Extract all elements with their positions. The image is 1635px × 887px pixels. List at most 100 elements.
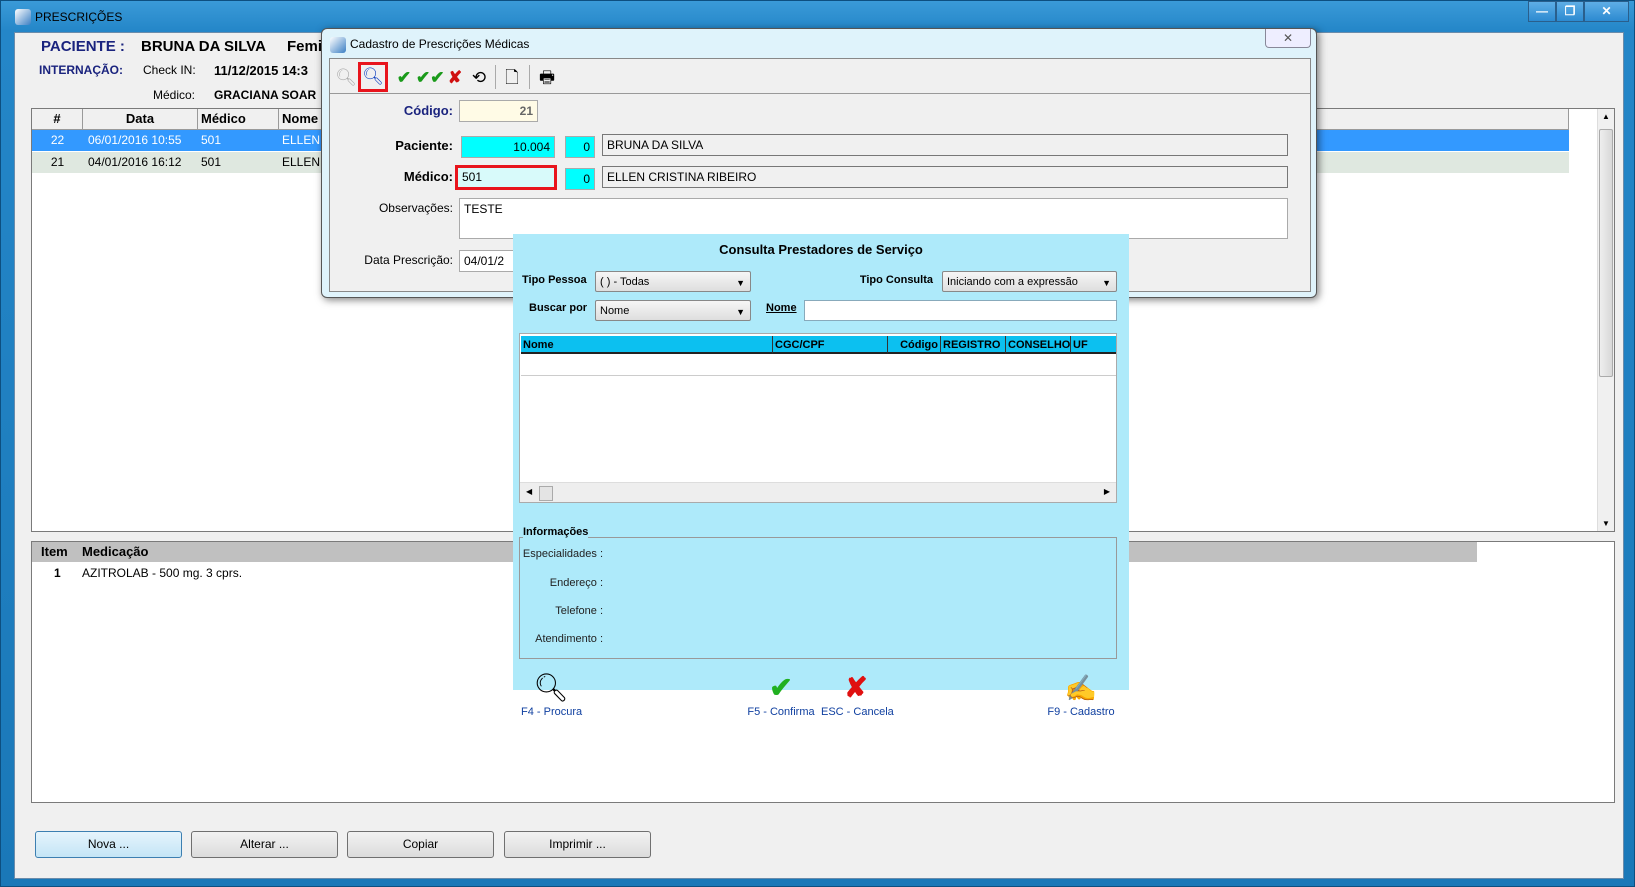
col-uf[interactable]: UF	[1071, 336, 1116, 354]
buscar-por-select[interactable]: Nome ▼	[595, 300, 751, 321]
window-title: PRESCRIÇÕES	[35, 10, 123, 24]
chevron-down-icon: ▼	[1102, 278, 1111, 288]
data-prescricao-field[interactable]: 04/01/2	[459, 250, 519, 272]
search-icon[interactable]: 🔍︎	[358, 62, 388, 92]
col-nome[interactable]: Nome	[521, 336, 773, 354]
paciente-label: Paciente:	[395, 138, 453, 153]
dialog-close-button[interactable]: ✕	[1265, 29, 1311, 48]
maximize-button[interactable]: ❐	[1556, 1, 1584, 22]
patient-label: PACIENTE :	[41, 38, 125, 55]
cell-number: 21	[50, 155, 65, 169]
tipo-consulta-label: Tipo Consulta	[859, 274, 933, 286]
endereco-label: Endereço :	[549, 577, 603, 589]
checkin-label: Check IN:	[143, 63, 196, 77]
confirma-action[interactable]: ✔ F5 - Confirma	[746, 670, 816, 718]
imprimir-button[interactable]: Imprimir ...	[504, 831, 651, 858]
toolbar-divider	[529, 65, 530, 89]
paciente-sub-field[interactable]: 0	[565, 136, 595, 158]
lookup-title: Consulta Prestadores de Serviço	[719, 242, 923, 257]
tipo-consulta-select[interactable]: Iniciando com a expressão ▼	[942, 271, 1117, 292]
patient-name: BRUNA DA SILVA	[141, 38, 266, 55]
cell-data: 04/01/2016 16:12	[88, 155, 182, 169]
col-data[interactable]: Data	[83, 109, 198, 130]
confirm-all-icon[interactable]: ✔✔	[416, 67, 445, 89]
cancel-icon[interactable]: ✘	[443, 67, 467, 89]
tipo-consulta-value: Iniciando com a expressão	[947, 276, 1078, 288]
procura-label: F4 - Procura	[521, 706, 583, 718]
confirma-label: F5 - Confirma	[747, 706, 815, 718]
procura-action[interactable]: 🔍︎ F4 - Procura	[521, 670, 583, 718]
medico-name-field: ELLEN CRISTINA RIBEIRO	[602, 166, 1288, 188]
cell-medico: 501	[201, 133, 222, 147]
check-icon: ✔	[769, 672, 793, 703]
app-icon	[15, 9, 31, 25]
scroll-up-icon[interactable]: ▲	[1602, 112, 1610, 121]
scroll-thumb[interactable]	[539, 486, 553, 501]
tipo-pessoa-label: Tipo Pessoa	[522, 274, 587, 286]
providers-grid: Nome CGC/CPF Código REGISTRO CONSELHO UF…	[519, 333, 1117, 503]
horizontal-scrollbar[interactable]: ◀ ▶	[520, 482, 1116, 502]
scroll-left-icon[interactable]: ◀	[526, 487, 532, 496]
cadastro-label: F9 - Cadastro	[1047, 706, 1115, 718]
close-button[interactable]: ✕	[1584, 1, 1629, 22]
scroll-down-icon[interactable]: ▼	[1602, 519, 1610, 528]
history-icon[interactable]: ⟲	[467, 67, 491, 89]
cadastro-action[interactable]: ✍ F9 - Cadastro	[1043, 670, 1119, 718]
empty-row[interactable]	[521, 356, 1116, 376]
col-cgc-cpf[interactable]: CGC/CPF	[773, 336, 888, 354]
scroll-right-icon[interactable]: ▶	[1104, 487, 1110, 496]
title-bar: PRESCRIÇÕES — ❐ ✕	[1, 1, 1635, 31]
cell-number: 22	[50, 133, 65, 147]
scroll-thumb[interactable]	[1599, 129, 1613, 377]
medico-code-field[interactable]: 501	[458, 168, 554, 187]
provider-lookup-panel: Consulta Prestadores de Serviço Tipo Pes…	[513, 234, 1129, 718]
toolbar: 🔍︎ 🔍︎ ✔ ✔✔ ✘ ⟲ 🗋 🖶	[330, 59, 1310, 94]
codigo-label: Código:	[403, 103, 453, 118]
data-prescricao-label: Data Prescrição:	[364, 253, 453, 267]
medico-sub-field[interactable]: 0	[565, 168, 595, 190]
checkin-value: 11/12/2015 14:3	[214, 63, 308, 78]
informacoes-fieldset	[519, 537, 1117, 659]
vertical-scrollbar[interactable]: ▲ ▼	[1597, 109, 1614, 531]
nome-label: Nome	[766, 302, 797, 314]
tipo-pessoa-select[interactable]: ( ) - Todas ▼	[595, 271, 751, 292]
cell-item: 1	[54, 566, 61, 580]
col-registro[interactable]: REGISTRO	[941, 336, 1006, 354]
col-number[interactable]: #	[32, 109, 83, 130]
magnifier-document-icon: 🔍︎	[533, 672, 569, 703]
cell-data: 06/01/2016 10:55	[88, 133, 182, 147]
internacao-label: INTERNAÇÃO:	[39, 63, 123, 77]
cancela-action[interactable]: ✘ ESC - Cancela	[821, 670, 894, 718]
col-medicacao[interactable]: Medicação	[82, 544, 148, 559]
cell-medicacao: AZITROLAB - 500 mg. 3 cprs.	[82, 566, 243, 580]
col-conselho[interactable]: CONSELHO	[1006, 336, 1071, 354]
paciente-name-field: BRUNA DA SILVA	[602, 134, 1288, 156]
buscar-por-label: Buscar por	[529, 302, 588, 314]
alterar-button[interactable]: Alterar ...	[191, 831, 338, 858]
nome-search-input[interactable]	[804, 300, 1117, 321]
informacoes-label: Informações	[523, 526, 589, 538]
copiar-button[interactable]: Copiar	[347, 831, 494, 858]
cancela-label: ESC - Cancela	[821, 706, 894, 718]
confirm-icon[interactable]: ✔	[392, 67, 416, 89]
minimize-button[interactable]: —	[1528, 1, 1556, 22]
col-codigo[interactable]: Código	[888, 336, 941, 354]
col-item[interactable]: Item	[41, 544, 68, 559]
especialidades-label: Especialidades :	[522, 548, 603, 560]
x-icon: ✘	[844, 672, 868, 703]
paciente-code-field[interactable]: 10.004	[461, 136, 555, 158]
print-icon[interactable]: 🖶	[535, 67, 559, 89]
toolbar-divider	[495, 65, 496, 89]
observacoes-field[interactable]: TESTE	[459, 198, 1288, 239]
scroll-pen-icon: ✍	[1064, 673, 1098, 703]
search-disabled-icon: 🔍︎	[335, 68, 357, 87]
tipo-pessoa-value: ( ) - Todas	[600, 276, 650, 288]
codigo-field[interactable]: 21	[459, 100, 538, 122]
telefone-label: Telefone :	[555, 605, 603, 617]
new-document-icon[interactable]: 🗋	[500, 67, 524, 89]
col-medico[interactable]: Médico	[198, 109, 279, 130]
chevron-down-icon: ▼	[736, 278, 745, 288]
nova-button[interactable]: Nova ...	[35, 831, 182, 858]
medico-value: GRACIANA SOAR	[214, 88, 317, 102]
atendimento-label: Atendimento :	[535, 633, 603, 645]
